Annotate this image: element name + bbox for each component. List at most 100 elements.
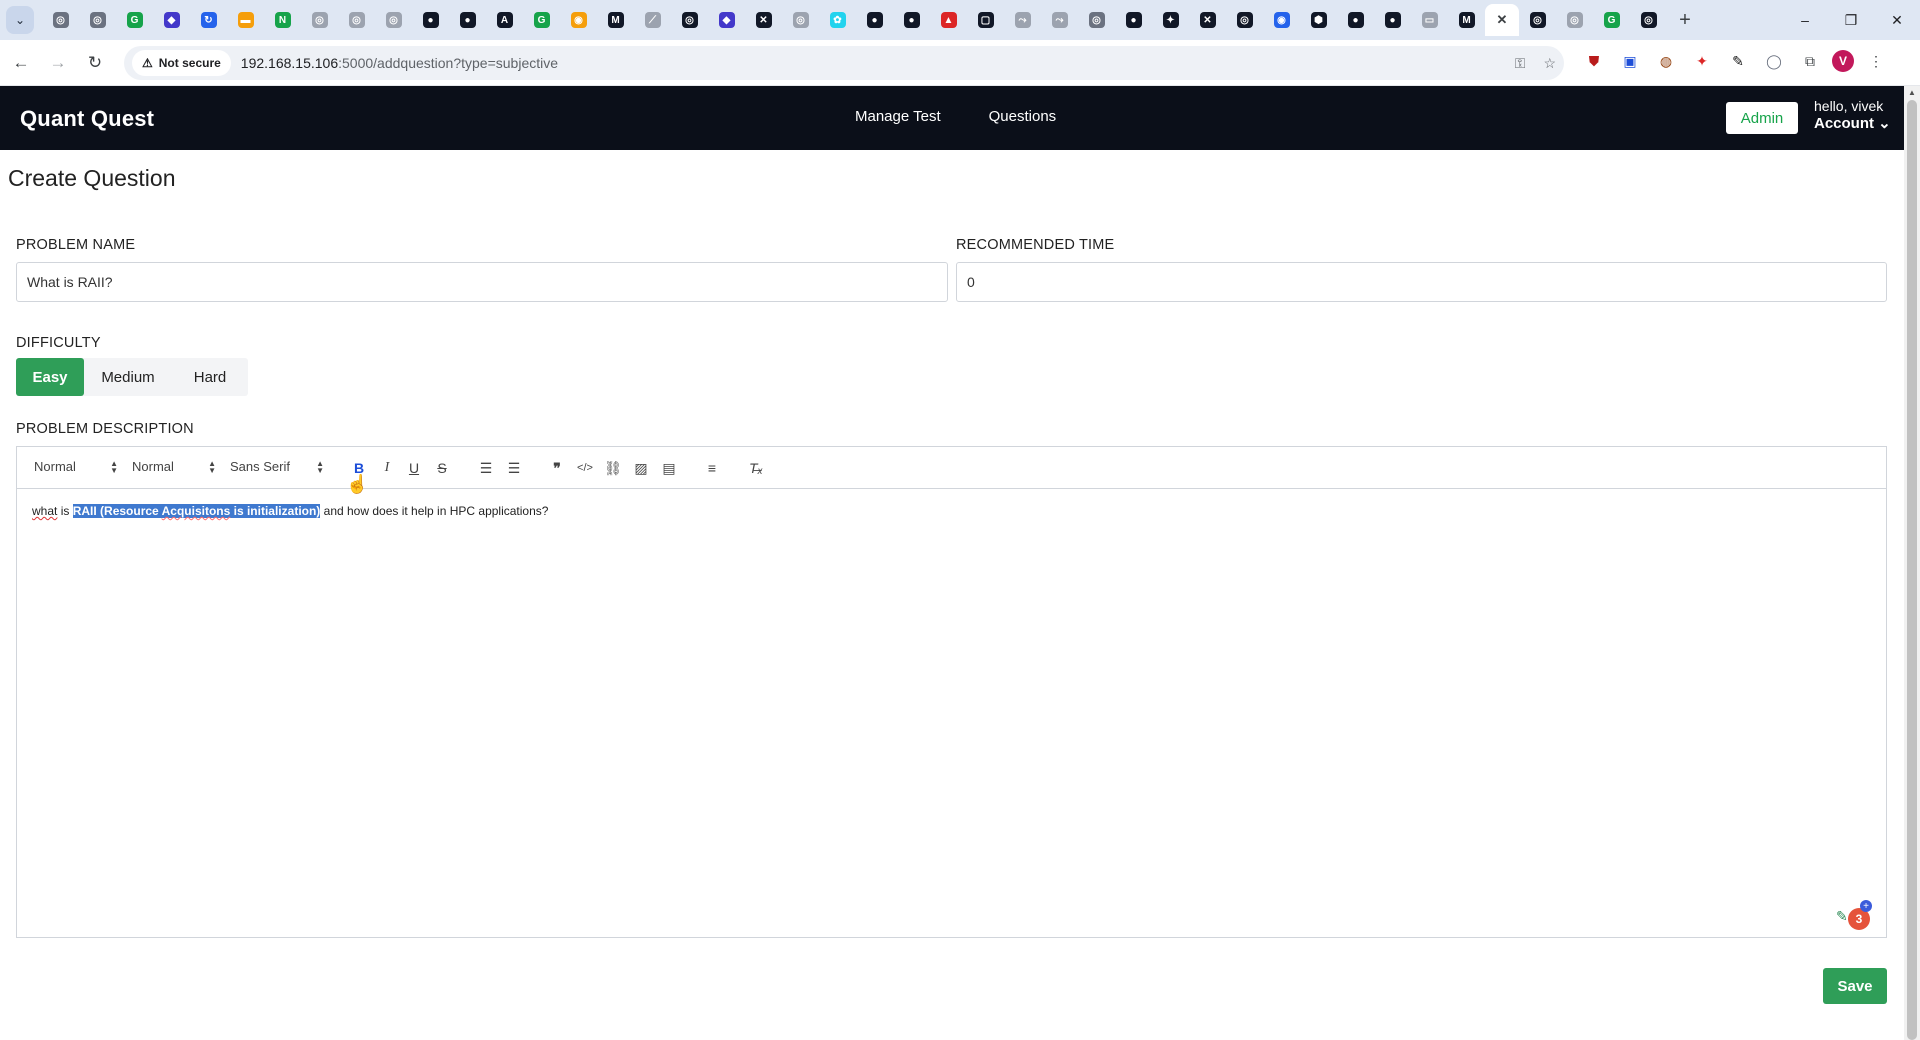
browser-tab[interactable]: ▲ bbox=[930, 4, 967, 36]
link-icon[interactable]: ⛓ bbox=[602, 457, 624, 479]
browser-tab[interactable]: A bbox=[486, 4, 523, 36]
browser-tab[interactable]: ◎ bbox=[1226, 4, 1263, 36]
bookmark-star-icon[interactable]: ☆ bbox=[1543, 55, 1556, 72]
clear-format-icon[interactable]: T̶ₓ bbox=[745, 457, 767, 479]
restore-icon[interactable]: ❐ bbox=[1828, 0, 1874, 40]
browser-tab[interactable]: ◎ bbox=[1556, 4, 1593, 36]
admin-button[interactable]: Admin bbox=[1726, 102, 1798, 134]
forward-icon[interactable]: → bbox=[42, 47, 74, 79]
browser-tab[interactable]: ● bbox=[412, 4, 449, 36]
more-menu-icon[interactable]: ⋮ bbox=[1862, 47, 1890, 75]
difficulty-medium-button[interactable]: Medium bbox=[84, 358, 172, 396]
strikethrough-icon[interactable]: S bbox=[431, 457, 453, 479]
profile-avatar[interactable]: V bbox=[1832, 50, 1854, 72]
circle-extension-icon[interactable]: ◯ bbox=[1760, 47, 1788, 75]
problem-name-input[interactable]: What is RAII? bbox=[16, 262, 948, 302]
browser-tab[interactable]: ✕ bbox=[745, 4, 782, 36]
header-select[interactable]: Normal ▲ ▼ bbox=[34, 459, 118, 475]
browser-tab[interactable]: ◎ bbox=[782, 4, 819, 36]
browser-tab[interactable]: ◎ bbox=[1630, 4, 1667, 36]
megaphone-icon[interactable]: ✦ bbox=[1688, 47, 1716, 75]
browser-tab[interactable]: ⤳ bbox=[1004, 4, 1041, 36]
browser-tab[interactable]: ◎ bbox=[375, 4, 412, 36]
browser-tab[interactable]: ✕ bbox=[1189, 4, 1226, 36]
code-block-icon[interactable]: </> bbox=[574, 457, 596, 479]
size-select[interactable]: Normal ▲ ▼ bbox=[132, 459, 216, 475]
password-key-icon[interactable]: ⚿ bbox=[1515, 55, 1526, 72]
nav-link-questions[interactable]: Questions bbox=[989, 108, 1057, 125]
url-text[interactable]: 192.168.15.106:5000/addquestion?type=sub… bbox=[241, 55, 558, 71]
reload-icon[interactable]: ↻ bbox=[79, 47, 111, 79]
nav-link-manage-test[interactable]: Manage Test bbox=[855, 108, 941, 125]
cookie-icon[interactable]: ◍ bbox=[1652, 47, 1680, 75]
browser-tab[interactable]: G bbox=[523, 4, 560, 36]
close-tab-icon[interactable]: ✕ bbox=[1494, 12, 1510, 28]
screen-extension-icon[interactable]: ▣ bbox=[1616, 47, 1644, 75]
browser-tab[interactable]: ◎ bbox=[301, 4, 338, 36]
tab-search-icon[interactable]: ⌄ bbox=[6, 6, 34, 34]
font-select[interactable]: Sans Serif ▲ ▼ bbox=[230, 459, 324, 475]
underline-icon[interactable]: U bbox=[403, 457, 425, 479]
browser-tab[interactable]: ● bbox=[1374, 4, 1411, 36]
browser-tab[interactable]: ◎ bbox=[1078, 4, 1115, 36]
account-menu[interactable]: hello, vivek Account ⌄ bbox=[1814, 98, 1891, 132]
difficulty-easy-button[interactable]: Easy bbox=[16, 358, 84, 396]
browser-tab[interactable]: G bbox=[116, 4, 153, 36]
browser-tab[interactable]: ◉ bbox=[1263, 4, 1300, 36]
nav-links: Manage Test Questions bbox=[855, 108, 1056, 125]
new-tab-button[interactable]: + bbox=[1671, 6, 1699, 34]
back-icon[interactable]: ← bbox=[5, 47, 37, 79]
browser-tab[interactable]: ⟋ bbox=[634, 4, 671, 36]
close-window-icon[interactable]: ✕ bbox=[1874, 0, 1920, 40]
browser-tab[interactable]: N bbox=[264, 4, 301, 36]
minimize-icon[interactable]: – bbox=[1782, 0, 1828, 40]
browser-tab[interactable]: ↻ bbox=[190, 4, 227, 36]
browser-tab[interactable]: ◉ bbox=[560, 4, 597, 36]
browser-tab[interactable]: ◎ bbox=[42, 4, 79, 36]
bullet-list-icon[interactable]: ☰ bbox=[503, 457, 525, 479]
browser-tab[interactable]: ▢ bbox=[967, 4, 1004, 36]
browser-tab[interactable]: ◎ bbox=[338, 4, 375, 36]
recommended-time-input[interactable]: 0 bbox=[956, 262, 1887, 302]
browser-tab[interactable]: G bbox=[1593, 4, 1630, 36]
security-chip[interactable]: ⚠ Not secure bbox=[132, 50, 231, 76]
browser-tab[interactable]: ◎ bbox=[79, 4, 116, 36]
browser-tab[interactable]: ▬ bbox=[227, 4, 264, 36]
address-bar[interactable]: ⚠ Not secure 192.168.15.106:5000/addques… bbox=[124, 46, 1564, 80]
grammar-checker-badge[interactable]: ✎ 3 + bbox=[1836, 900, 1872, 934]
browser-tab[interactable]: ● bbox=[449, 4, 486, 36]
difficulty-hard-button[interactable]: Hard bbox=[172, 358, 248, 396]
image-icon[interactable]: ▨ bbox=[630, 457, 652, 479]
browser-tab[interactable]: ● bbox=[856, 4, 893, 36]
account-dropdown[interactable]: Account ⌄ bbox=[1814, 115, 1891, 132]
save-button[interactable]: Save bbox=[1823, 968, 1887, 1004]
pen-extension-icon[interactable]: ✎ bbox=[1724, 47, 1752, 75]
video-icon[interactable]: ▤ bbox=[658, 457, 680, 479]
browser-tab[interactable]: M bbox=[1448, 4, 1485, 36]
brand-logo[interactable]: Quant Quest bbox=[20, 106, 154, 132]
browser-tab[interactable]: ✦ bbox=[1152, 4, 1189, 36]
browser-tab[interactable]: ⤳ bbox=[1041, 4, 1078, 36]
editor-content[interactable]: what is RAII (Resource Acquisitons is in… bbox=[17, 489, 1886, 533]
browser-tab[interactable]: ◆ bbox=[708, 4, 745, 36]
scrollbar-thumb[interactable] bbox=[1907, 100, 1917, 1040]
ublock-icon[interactable]: ⛊ bbox=[1580, 47, 1608, 75]
browser-tab[interactable]: ◎ bbox=[1519, 4, 1556, 36]
browser-tab[interactable]: ◎ bbox=[671, 4, 708, 36]
scroll-up-arrow-icon[interactable]: ▲ bbox=[1908, 88, 1916, 97]
browser-tab[interactable]: ✿ bbox=[819, 4, 856, 36]
blockquote-icon[interactable]: ❞ bbox=[546, 457, 568, 479]
browser-tab[interactable]: ⬢ bbox=[1300, 4, 1337, 36]
browser-tab[interactable]: ● bbox=[1115, 4, 1152, 36]
italic-icon[interactable]: I bbox=[376, 457, 398, 479]
browser-tab[interactable]: ● bbox=[1337, 4, 1374, 36]
browser-tab[interactable]: M bbox=[597, 4, 634, 36]
active-browser-tab[interactable]: ✕ bbox=[1485, 4, 1519, 36]
page-scrollbar[interactable]: ▲ bbox=[1904, 86, 1920, 1040]
align-icon[interactable]: ≡ bbox=[701, 457, 723, 479]
puzzle-icon[interactable]: ⧉ bbox=[1796, 47, 1824, 75]
browser-tab[interactable]: ▭ bbox=[1411, 4, 1448, 36]
browser-tab[interactable]: ◆ bbox=[153, 4, 190, 36]
browser-tab[interactable]: ● bbox=[893, 4, 930, 36]
ordered-list-icon[interactable]: ☰ bbox=[475, 457, 497, 479]
